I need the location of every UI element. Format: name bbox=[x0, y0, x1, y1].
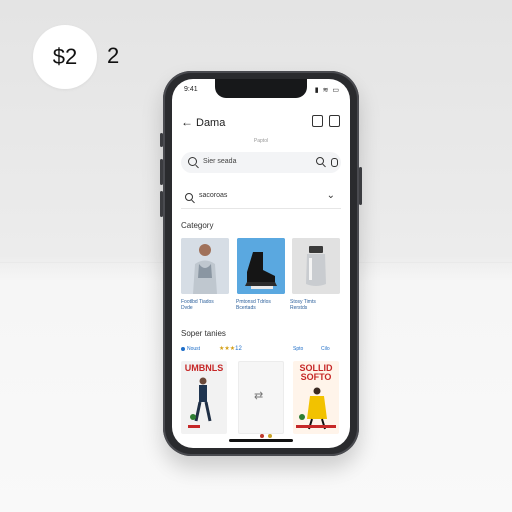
phone-side-button bbox=[160, 133, 163, 147]
search-placeholder: Sier seada bbox=[203, 158, 237, 165]
chevron-down-icon[interactable]: ⌄ bbox=[327, 190, 335, 201]
phone-volume-up bbox=[160, 159, 163, 185]
rating-stars: ★★★12 bbox=[219, 345, 242, 352]
arrow-share-icon: ⇄ bbox=[254, 390, 264, 402]
page-dot-yellow bbox=[268, 434, 272, 438]
back-arrow-icon[interactable]: ← bbox=[181, 116, 193, 128]
search-input[interactable]: Sier seada bbox=[181, 152, 341, 173]
mic-icon[interactable] bbox=[331, 158, 338, 167]
category-card-person[interactable] bbox=[181, 238, 229, 294]
phone-power-button bbox=[359, 167, 362, 205]
notch bbox=[215, 79, 307, 98]
bottle-photo-icon bbox=[292, 238, 340, 294]
person-photo-icon bbox=[181, 238, 229, 294]
meta-left-link[interactable]: Noust bbox=[187, 346, 200, 352]
search-icon bbox=[188, 157, 197, 166]
category-label[interactable]: Stosy Timts Rerstds bbox=[290, 299, 342, 311]
page-title: Dama bbox=[196, 117, 226, 129]
filter-label: sacoroas bbox=[199, 192, 228, 199]
category-card-shoes[interactable] bbox=[237, 238, 285, 294]
search-submit-icon[interactable] bbox=[316, 157, 324, 165]
phone-volume-down bbox=[160, 191, 163, 217]
rating-count: 12 bbox=[235, 346, 242, 352]
person-figure-icon bbox=[188, 377, 212, 428]
bag-icon[interactable] bbox=[329, 115, 340, 127]
meta-link-1[interactable]: Spto bbox=[293, 346, 303, 352]
star-icons: ★★★ bbox=[219, 346, 236, 352]
meta-dot-icon bbox=[181, 347, 185, 351]
home-indicator[interactable] bbox=[229, 439, 293, 442]
category-card-bottle[interactable] bbox=[292, 238, 340, 294]
badge-count: 2 bbox=[107, 43, 120, 68]
dancer-figure-icon bbox=[296, 387, 336, 430]
category-label[interactable]: Pmtonsd Tdrlos Bcertads bbox=[236, 299, 288, 311]
status-icons: ▮ ≋ ▭ bbox=[314, 87, 340, 94]
featured-card-empty[interactable]: ⇄ bbox=[238, 361, 284, 434]
status-time: 9:41 bbox=[184, 86, 198, 93]
featured-title: Soper tanies bbox=[181, 329, 226, 338]
page-caption: Paptol bbox=[253, 138, 269, 144]
phone-device: 9:41 ▮ ≋ ▭ ← Dama Paptol Sier seada saco… bbox=[160, 71, 362, 456]
page-dot-red bbox=[260, 434, 264, 438]
filter-search-icon bbox=[185, 193, 193, 201]
featured-card-umbnls[interactable]: UMBNLS bbox=[181, 361, 227, 434]
featured-card-sollid[interactable]: SOLLID SOFTO bbox=[293, 361, 339, 434]
featured-meta-row: Noust ★★★12 Spto Cilo bbox=[181, 345, 341, 354]
category-label[interactable]: Footlbd Tiados Dvde bbox=[181, 299, 233, 311]
category-title: Category bbox=[181, 221, 214, 230]
meta-link-2[interactable]: Cilo bbox=[321, 346, 330, 352]
filter-dropdown[interactable]: sacoroas ⌄ bbox=[181, 190, 341, 209]
share-icon[interactable] bbox=[312, 115, 323, 127]
phone-screen: 9:41 ▮ ≋ ▭ ← Dama Paptol Sier seada saco… bbox=[172, 79, 350, 448]
boots-photo-icon bbox=[237, 238, 285, 294]
price-badge: $2 bbox=[33, 25, 97, 89]
